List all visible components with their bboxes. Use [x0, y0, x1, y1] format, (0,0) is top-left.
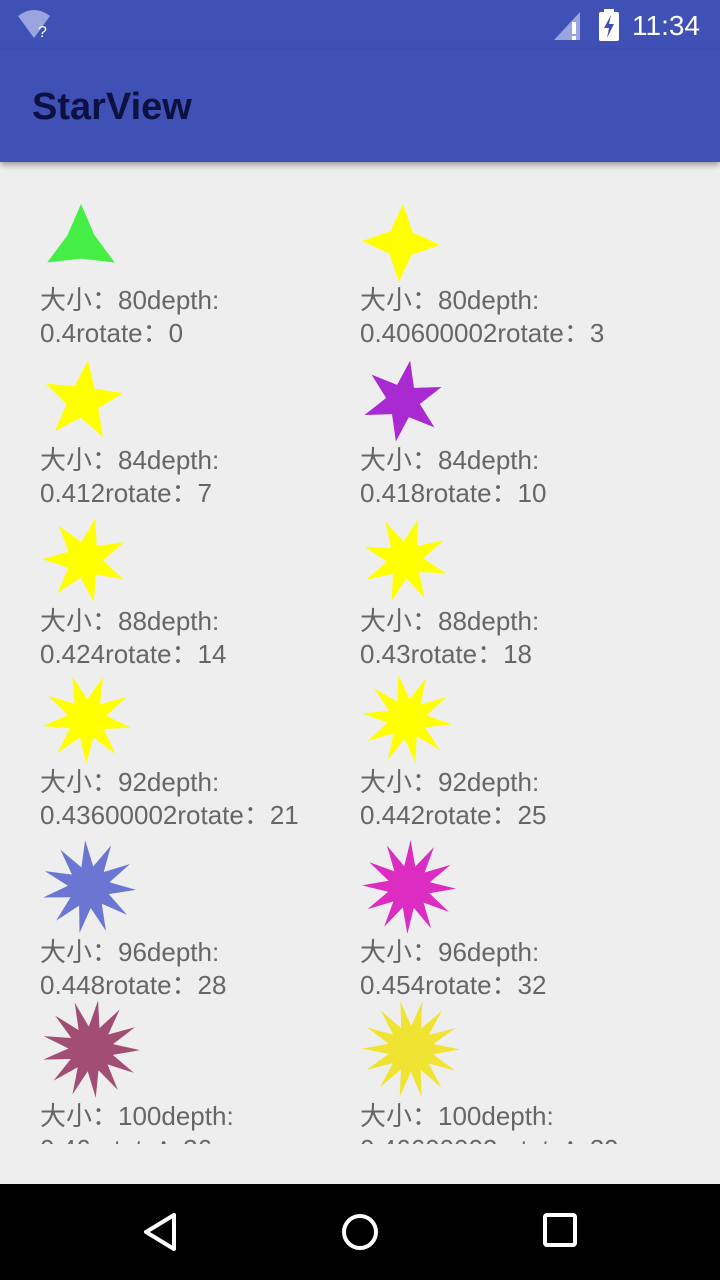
- star-item: 大小：88depth: 0.43rotate：18: [360, 515, 680, 671]
- home-icon[interactable]: [340, 1212, 380, 1252]
- star-label-size-depth: 大小：80depth:: [40, 285, 220, 315]
- star-item: 大小：80depth: 0.40600002rotate：3: [360, 202, 680, 350]
- star-item: 大小：100depth: 0.46600002rotate：39: [360, 998, 680, 1144]
- star-item: 大小：84depth: 0.418rotate：10: [360, 358, 680, 510]
- content-area[interactable]: 大小：80depth: 0.4rotate：0 大小：80depth: 0.40600…: [0, 162, 720, 1184]
- app-title: StarView: [32, 86, 192, 128]
- battery-charging-icon: [599, 9, 619, 41]
- star-item: 大小：92depth: 0.43600002rotate：21: [40, 672, 360, 832]
- star-item: 大小：96depth: 0.448rotate：28: [40, 838, 360, 1002]
- star-shape: [362, 840, 456, 934]
- status-bar: ? 11:34: [0, 0, 720, 50]
- star-label-size-depth: 大小：88depth:: [360, 606, 540, 636]
- star-label-size-depth: 大小：100depth:: [40, 1101, 234, 1131]
- star-label-depth-rotate: 0.46rotate：36: [40, 1133, 360, 1144]
- recents-icon[interactable]: [542, 1212, 578, 1248]
- star-item: 大小：92depth: 0.442rotate：25: [360, 672, 680, 832]
- app-bar: StarView: [0, 50, 720, 162]
- navigation-bar: [0, 1184, 720, 1280]
- svg-text:?: ?: [38, 24, 47, 40]
- back-icon[interactable]: [140, 1212, 180, 1252]
- star-label-depth-rotate: 0.46600002rotate：39: [360, 1133, 680, 1144]
- star-label-size-depth: 大小：92depth:: [360, 767, 540, 797]
- star-label-size-depth: 大小：96depth:: [40, 937, 220, 967]
- star-shape: [43, 840, 136, 934]
- star-label-depth-rotate: 0.4rotate：0: [40, 318, 184, 348]
- star-label-size-depth: 大小：88depth:: [40, 606, 220, 636]
- star-label-size-depth: 大小：80depth:: [360, 285, 540, 315]
- star-item: 大小：100depth: 0.46rotate：36: [40, 998, 360, 1144]
- star-shape: [364, 360, 442, 442]
- star-item: 大小：96depth: 0.454rotate：32: [360, 838, 680, 1002]
- star-shape: [364, 519, 446, 601]
- star-shape: [47, 204, 115, 263]
- star-label-size-depth: 大小：100depth:: [360, 1101, 554, 1131]
- star-shape: [42, 518, 125, 603]
- star-label-depth-rotate: 0.412rotate：7: [40, 478, 213, 508]
- wifi-icon: ?: [18, 10, 50, 40]
- star-item: 大小：80depth: 0.4rotate：0: [40, 202, 360, 350]
- star-label-size-depth: 大小：96depth:: [360, 937, 540, 967]
- star-label-depth-rotate: 0.40600002rotate：3: [360, 318, 605, 348]
- star-label-depth-rotate: 0.418rotate：10: [360, 478, 547, 508]
- star-shape: [362, 674, 452, 764]
- star-label-depth-rotate: 0.43600002rotate：21: [40, 800, 299, 830]
- star-label-depth-rotate: 0.442rotate：25: [360, 800, 547, 830]
- cell-signal-icon: [554, 12, 580, 40]
- star-grid[interactable]: 大小：80depth: 0.4rotate：0 大小：80depth: 0.40600…: [40, 162, 720, 1144]
- star-item: 大小：84depth: 0.412rotate：7: [40, 358, 360, 510]
- star-label-size-depth: 大小：84depth:: [40, 445, 220, 475]
- star-shape: [43, 1000, 140, 1098]
- star-item: 大小：88depth: 0.424rotate：14: [40, 515, 360, 671]
- clock: 11:34: [632, 10, 700, 41]
- star-label-size-depth: 大小：92depth:: [40, 767, 220, 797]
- star-shape: [362, 1001, 460, 1097]
- star-shape: [42, 676, 132, 764]
- star-label-size-depth: 大小：84depth:: [360, 445, 540, 475]
- star-shape: [45, 360, 124, 437]
- star-label-depth-rotate: 0.43rotate：18: [360, 639, 533, 669]
- star-label-depth-rotate: 0.424rotate：14: [40, 639, 227, 669]
- star-shape: [362, 204, 440, 282]
